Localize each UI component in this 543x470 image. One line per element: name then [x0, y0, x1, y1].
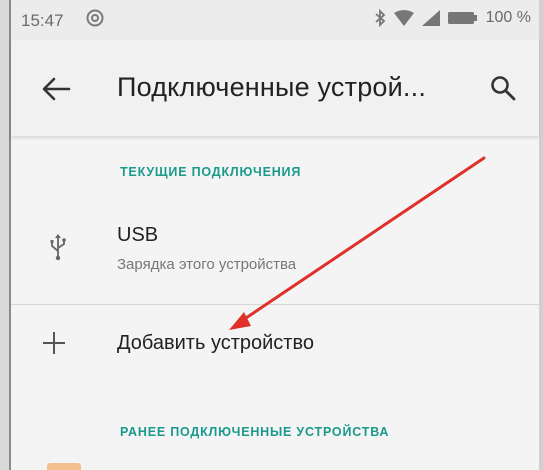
add-device-item[interactable]: Добавить устройство [11, 305, 539, 390]
page-title: Подключенные устрой... [117, 72, 427, 102]
usb-item-title: USB [117, 224, 159, 246]
section-header-current-connections: ТЕКУЩИЕ ПОДКЛЮЧЕНИЯ [120, 165, 302, 179]
search-icon[interactable] [489, 74, 517, 102]
usb-icon [50, 234, 66, 261]
back-arrow-icon[interactable] [41, 76, 71, 102]
battery-percent: 100 % [485, 9, 531, 26]
bluetooth-icon [375, 9, 385, 27]
signal-icon [421, 10, 440, 26]
sync-icon [86, 9, 104, 27]
phone-screen: 15:47 100 % Подключенные устрой... ТЕКУЩ… [11, 0, 539, 470]
app-bar: Подключенные устрой... [11, 40, 539, 136]
device-frame-left [0, 0, 11, 470]
plus-icon [43, 332, 65, 354]
wifi-icon [393, 10, 414, 26]
usb-item-subtitle: Зарядка этого устройства [117, 256, 297, 273]
status-time: 15:47 [21, 11, 64, 30]
usb-device-item[interactable]: USB Зарядка этого устройства [11, 200, 539, 304]
section-header-previously-connected: РАНЕЕ ПОДКЛЮЧЕННЫЕ УСТРОЙСТВА [120, 425, 390, 439]
status-bar: 15:47 100 % [11, 0, 539, 40]
device-thumbnail-partial [47, 463, 81, 470]
status-icons: 100 % [374, 9, 531, 27]
battery-icon [447, 12, 477, 24]
add-device-label: Добавить устройство [117, 332, 314, 354]
device-frame-right [539, 0, 543, 470]
